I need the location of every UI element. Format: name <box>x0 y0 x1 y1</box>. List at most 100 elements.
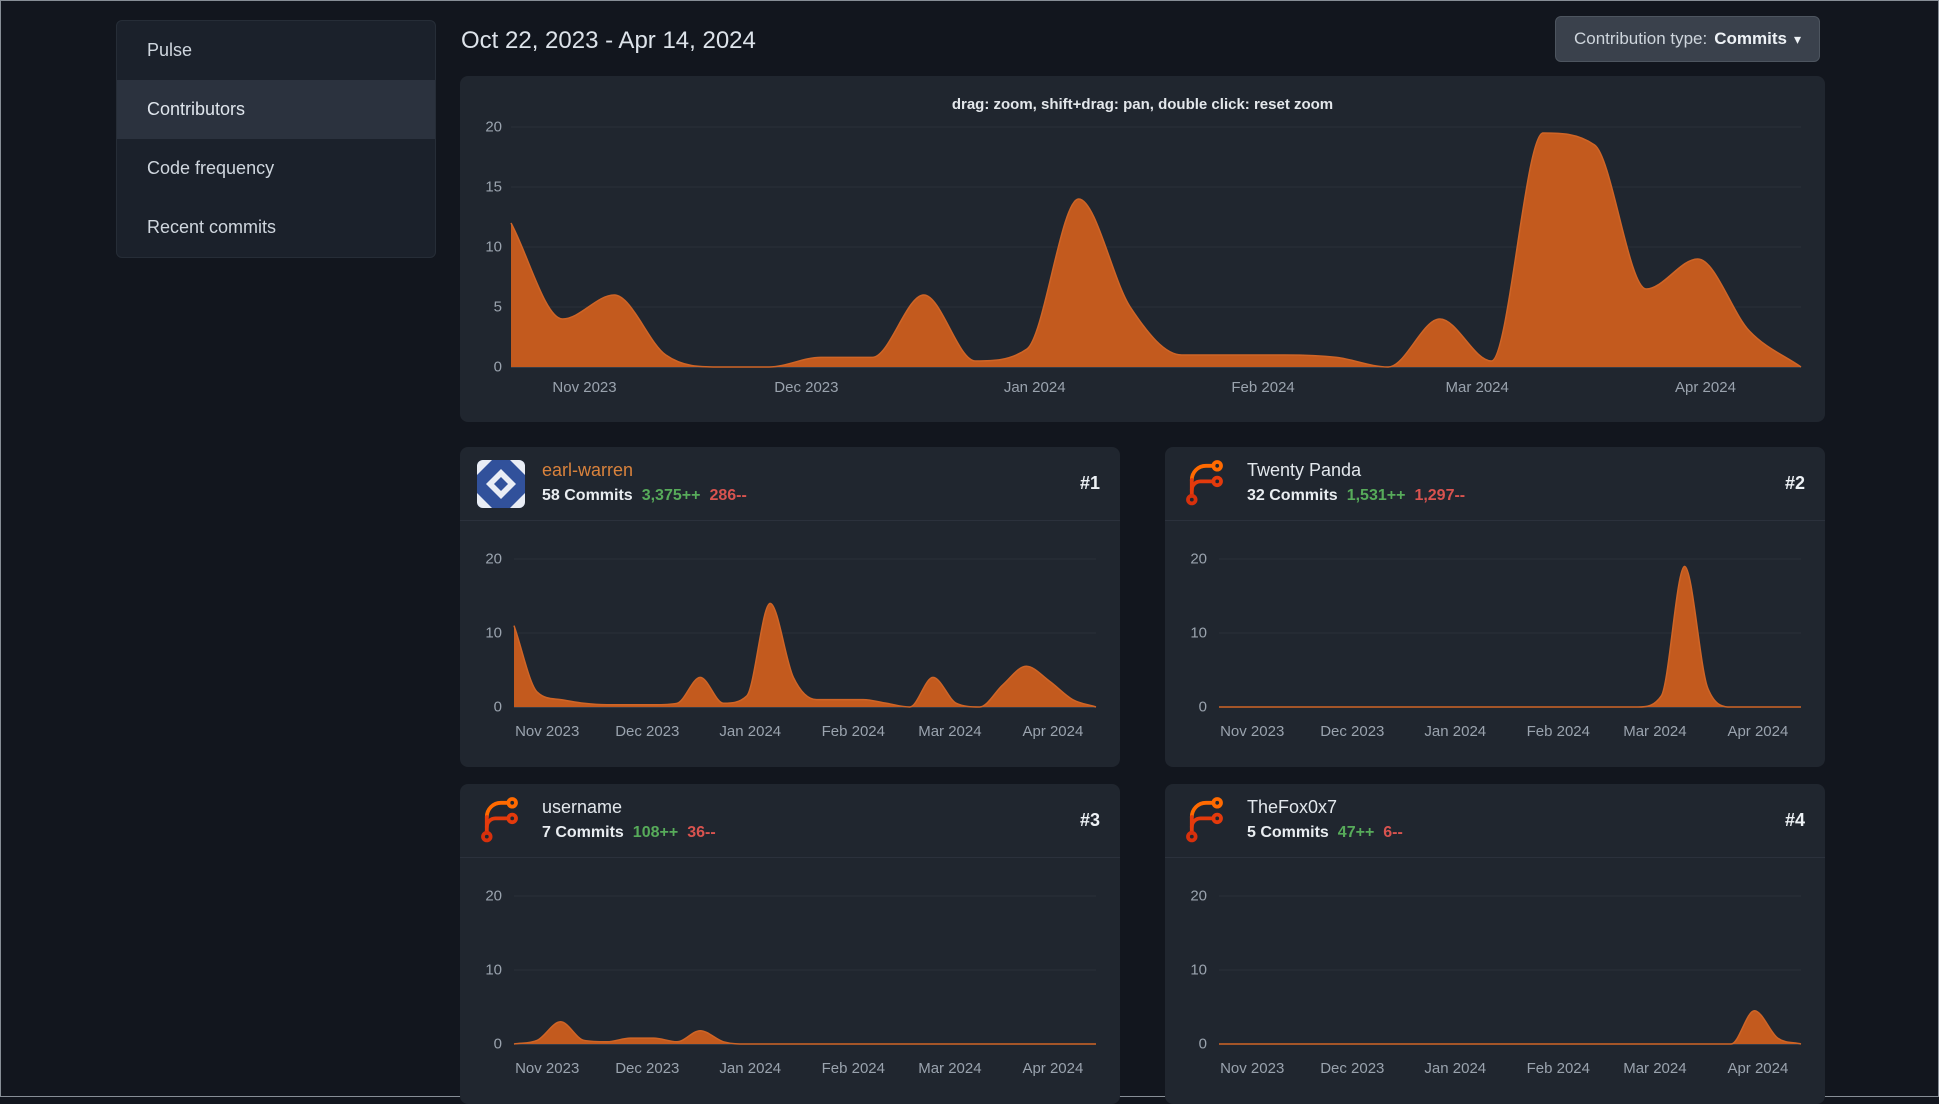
sidebar-item-code-frequency[interactable]: Code frequency <box>117 139 435 198</box>
contributor-name-link[interactable]: TheFox0x7 <box>1247 797 1337 818</box>
rank-badge: #1 <box>1079 473 1100 493</box>
contributor-name-link[interactable]: earl-warren <box>542 460 633 481</box>
contribution-type-dropdown[interactable]: Contribution type: Commits ▾ <box>1554 16 1820 62</box>
forgejo-logo-icon <box>481 797 518 843</box>
svg-text:Feb 2024: Feb 2024 <box>1231 379 1294 396</box>
additions-count: 3,375++ <box>641 487 701 504</box>
commit-count: 32 Commits <box>1247 487 1338 504</box>
svg-text:10: 10 <box>485 239 502 256</box>
contributor-cards-grid: 0 10 20 Nov 2023 Dec 2023 Jan 2024 Feb 2024 Mar… <box>460 447 1825 1104</box>
contributor-card-header: Twenty Panda 32 Commits 1,531++ 1,297-- … <box>1165 447 1825 521</box>
svg-text:0: 0 <box>1199 699 1207 716</box>
additions-count: 108++ <box>632 824 679 841</box>
contributor-name-link[interactable]: username <box>542 797 622 818</box>
forgejo-logo-icon <box>1186 460 1223 506</box>
sidebar-item-contributors[interactable]: Contributors <box>117 80 435 139</box>
avatar[interactable] <box>477 460 525 508</box>
additions-count: 1,531++ <box>1346 487 1406 504</box>
contributor-name-link[interactable]: Twenty Panda <box>1247 460 1361 481</box>
contribution-type-label: Contribution type: <box>1573 29 1708 48</box>
svg-text:Dec 2023: Dec 2023 <box>1320 723 1384 740</box>
contributor-card-header: TheFox0x7 5 Commits 47++ 6-- #4 <box>1165 784 1825 858</box>
svg-text:Feb 2024: Feb 2024 <box>822 723 885 740</box>
sidebar: Pulse Contributors Code frequency Recent co… <box>116 20 436 258</box>
deletions-count: 1,297-- <box>1414 487 1466 504</box>
chart-zoom-hint: drag: zoom, shift+drag: pan, double clic… <box>951 96 1334 113</box>
contributor-stats: 32 Commits 1,531++ 1,297-- <box>1247 487 1465 505</box>
forgejo-logo-icon <box>1186 797 1223 843</box>
contributor-card-earl-warren: 0 10 20 Nov 2023 Dec 2023 Jan 2024 Feb 2024 Mar… <box>460 447 1120 767</box>
svg-text:Apr 2024: Apr 2024 <box>1675 379 1736 396</box>
svg-text:Jan 2024: Jan 2024 <box>1424 1060 1486 1077</box>
svg-text:Apr 2024: Apr 2024 <box>1727 1060 1788 1077</box>
contributor-card-header: username 7 Commits 108++ 36-- #3 <box>460 784 1120 858</box>
svg-text:Nov 2023: Nov 2023 <box>552 379 616 396</box>
contribution-type-value: Commits <box>1714 29 1787 48</box>
svg-text:Jan 2024: Jan 2024 <box>1004 379 1066 396</box>
svg-text:10: 10 <box>1190 962 1207 979</box>
svg-text:0: 0 <box>1199 1036 1207 1053</box>
commit-count: 5 Commits <box>1247 824 1329 841</box>
svg-text:Mar 2024: Mar 2024 <box>918 1060 981 1077</box>
svg-text:0: 0 <box>494 359 502 376</box>
identicon-icon <box>477 460 525 508</box>
svg-text:5: 5 <box>494 299 502 316</box>
svg-text:Apr 2024: Apr 2024 <box>1727 723 1788 740</box>
contributor-stats: 58 Commits 3,375++ 286-- <box>542 487 747 505</box>
contributor-card-username: 0 10 20 Nov 2023 Dec 2023 Jan 2024 Feb 2024 Mar… <box>460 784 1120 1104</box>
svg-text:Jan 2024: Jan 2024 <box>1424 723 1486 740</box>
svg-text:Mar 2024: Mar 2024 <box>918 723 981 740</box>
sidebar-item-pulse[interactable]: Pulse <box>117 21 435 80</box>
svg-text:Mar 2024: Mar 2024 <box>1623 1060 1686 1077</box>
contributor-card-twenty-panda: 0 10 20 Nov 2023 Dec 2023 Jan 2024 Feb 2024 Mar… <box>1165 447 1825 767</box>
deletions-count: 286-- <box>709 487 747 504</box>
svg-text:Mar 2024: Mar 2024 <box>1446 379 1509 396</box>
svg-text:Apr 2024: Apr 2024 <box>1022 723 1083 740</box>
svg-text:10: 10 <box>485 962 502 979</box>
svg-text:20: 20 <box>1190 888 1207 905</box>
contributor-card-thefox0x7: 0 10 20 Nov 2023 Dec 2023 Jan 2024 Feb 2024 Mar… <box>1165 784 1825 1104</box>
avatar[interactable] <box>1182 797 1230 845</box>
svg-text:Feb 2024: Feb 2024 <box>822 1060 885 1077</box>
svg-text:Feb 2024: Feb 2024 <box>1527 723 1590 740</box>
svg-text:15: 15 <box>485 179 502 196</box>
svg-text:Dec 2023: Dec 2023 <box>1320 1060 1384 1077</box>
main-content: Oct 22, 2023 - Apr 14, 2024 Contribution… <box>460 1 1825 1104</box>
svg-text:Nov 2023: Nov 2023 <box>1220 723 1284 740</box>
svg-text:Nov 2023: Nov 2023 <box>515 1060 579 1077</box>
svg-text:Dec 2023: Dec 2023 <box>615 1060 679 1077</box>
svg-text:0: 0 <box>494 699 502 716</box>
svg-text:Nov 2023: Nov 2023 <box>515 723 579 740</box>
contributor-stats: 7 Commits 108++ 36-- <box>542 824 716 842</box>
sidebar-item-recent-commits[interactable]: Recent commits <box>117 198 435 257</box>
contributor-stats: 5 Commits 47++ 6-- <box>1247 824 1403 842</box>
deletions-count: 36-- <box>687 824 716 841</box>
svg-text:20: 20 <box>485 119 502 136</box>
svg-text:Feb 2024: Feb 2024 <box>1527 1060 1590 1077</box>
svg-text:Jan 2024: Jan 2024 <box>719 723 781 740</box>
svg-text:20: 20 <box>485 888 502 905</box>
rank-badge: #4 <box>1784 810 1805 830</box>
svg-text:Dec 2023: Dec 2023 <box>774 379 838 396</box>
overall-contributions-chart[interactable]: 0 5 10 15 20 Nov 2023 Dec 2023 Jan 2024 Feb 2024… <box>460 76 1825 422</box>
chevron-down-icon: ▾ <box>1793 30 1801 47</box>
rank-badge: #2 <box>1784 473 1805 493</box>
svg-text:Dec 2023: Dec 2023 <box>615 723 679 740</box>
avatar[interactable] <box>1182 460 1230 508</box>
commit-count: 7 Commits <box>542 824 624 841</box>
deletions-count: 6-- <box>1383 824 1403 841</box>
svg-text:Nov 2023: Nov 2023 <box>1220 1060 1284 1077</box>
avatar[interactable] <box>477 797 525 845</box>
overall-chart-card: 0 5 10 15 20 Nov 2023 Dec 2023 Jan 2024 Feb 2024… <box>460 76 1825 422</box>
contributor-card-header: earl-warren 58 Commits 3,375++ 286-- #1 <box>460 447 1120 521</box>
svg-text:Jan 2024: Jan 2024 <box>719 1060 781 1077</box>
svg-text:Mar 2024: Mar 2024 <box>1623 723 1686 740</box>
date-range-title: Oct 22, 2023 - Apr 14, 2024 <box>461 27 756 54</box>
rank-badge: #3 <box>1079 810 1100 830</box>
additions-count: 47++ <box>1337 824 1375 841</box>
svg-text:10: 10 <box>485 625 502 642</box>
commit-count: 58 Commits <box>542 487 633 504</box>
svg-text:10: 10 <box>1190 625 1207 642</box>
contributors-page: { "colors": { "page_bg": "#12161e", "car… <box>0 0 1939 1104</box>
svg-text:0: 0 <box>494 1036 502 1053</box>
